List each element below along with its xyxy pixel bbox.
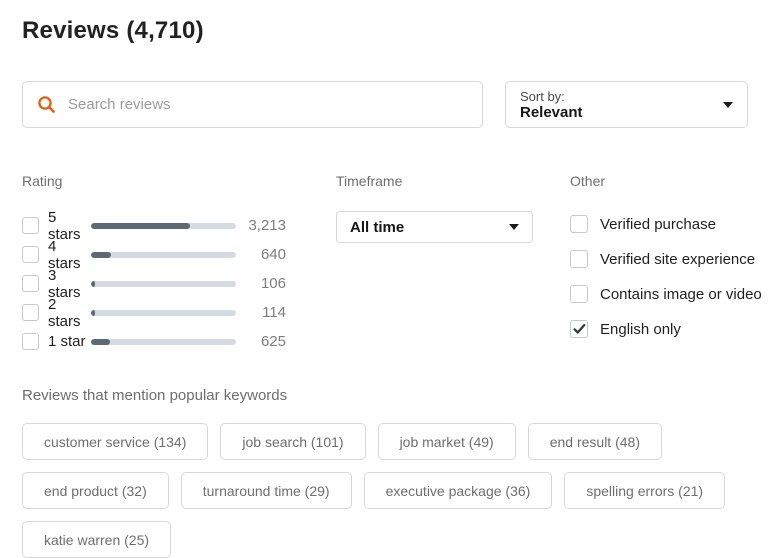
rating-count: 106 [260,275,286,292]
other-filter-column: Other Verified purchase Verified site ex… [570,173,768,351]
rating-bar-fill [91,251,111,258]
keyword-chip[interactable]: end product (32) [22,472,169,509]
timeframe-selected-value: All time [350,218,405,236]
search-icon [37,95,56,114]
rating-checkbox[interactable] [22,275,39,292]
keyword-chip[interactable]: katie warren (25) [22,521,172,558]
chevron-down-icon [509,224,519,230]
keyword-chips: customer service (134) job search (101) jo… [22,423,732,558]
keywords-heading: Reviews that mention popular keywords [22,387,288,404]
rating-filter-row[interactable]: 4 stars 640 [22,238,295,272]
search-reviews-box[interactable] [22,81,483,128]
keyword-chip[interactable]: executive package (36) [363,472,553,509]
filters-section: Rating 5 stars 3,213 4 stars 640 3 stars… [22,173,762,356]
rating-checkbox[interactable] [22,333,39,350]
rating-checkbox[interactable] [22,304,39,321]
rating-bar [91,338,236,345]
sort-texts: Sort by: Relevant [520,89,583,121]
rating-bar-fill [91,222,190,229]
rating-checkbox[interactable] [22,246,39,263]
rating-bar-fill [91,338,111,345]
other-label: Verified purchase [600,215,716,233]
reviews-filter-panel: Reviews (4,710) Sort by: Relevant Rating [0,0,768,558]
other-checkbox[interactable] [570,215,588,233]
rating-filter-row[interactable]: 5 stars 3,213 [22,209,295,243]
other-label: Verified site experience [600,250,756,268]
other-checkbox[interactable] [570,285,588,303]
rating-count: 114 [262,304,286,321]
rating-label: 2 stars [48,295,81,330]
rating-filter-column: Rating 5 stars 3,213 4 stars 640 3 stars… [22,173,295,356]
rating-bar [91,309,236,316]
other-checkbox[interactable] [570,320,588,338]
timeframe-dropdown[interactable]: All time [336,211,533,243]
keyword-chip[interactable]: spelling errors (21) [564,472,726,509]
rating-section-label: Rating [22,173,63,189]
rating-label: 1 star [48,333,86,350]
rating-checkbox[interactable] [22,217,39,234]
rating-count: 3,213 [248,217,286,234]
rating-count: 625 [260,333,286,350]
chevron-down-icon [723,101,733,108]
rating-bar [91,251,236,258]
keyword-chip[interactable]: end result (48) [527,423,662,460]
search-sort-row: Sort by: Relevant [22,81,748,128]
other-filter-row[interactable]: Verified site experience [570,246,768,272]
sort-dropdown[interactable]: Sort by: Relevant [505,81,748,128]
rating-bar [91,280,236,287]
rating-filter-row[interactable]: 2 stars 114 [22,295,295,330]
other-filter-row[interactable]: English only [570,316,768,342]
keyword-chip[interactable]: customer service (134) [22,423,209,460]
other-filter-row[interactable]: Verified purchase [570,211,768,237]
rating-bar-fill [91,309,95,316]
sort-label: Sort by: [520,88,565,104]
timeframe-section-label: Timeframe [336,173,403,189]
rating-filter-row[interactable]: 3 stars 106 [22,267,295,301]
other-checkbox[interactable] [570,250,588,268]
rating-count: 640 [260,246,286,263]
keyword-chip[interactable]: turnaround time (29) [180,472,352,509]
rating-filter-row[interactable]: 1 star 625 [22,327,295,356]
checkmark-icon [572,323,585,334]
rating-bar [91,222,236,229]
rating-bar-fill [91,280,95,287]
timeframe-filter-column: Timeframe All time [336,173,534,243]
page-title: Reviews (4,710) [22,17,204,44]
other-label: English only [600,320,681,338]
other-section-label: Other [570,173,606,189]
search-input[interactable] [68,96,468,113]
other-label: Contains image or video [600,285,762,303]
keyword-chip[interactable]: job market (49) [377,423,516,460]
keyword-chip[interactable]: job search (101) [220,423,366,460]
other-filter-row[interactable]: Contains image or video [570,281,768,307]
sort-selected-value: Relevant [520,103,583,121]
